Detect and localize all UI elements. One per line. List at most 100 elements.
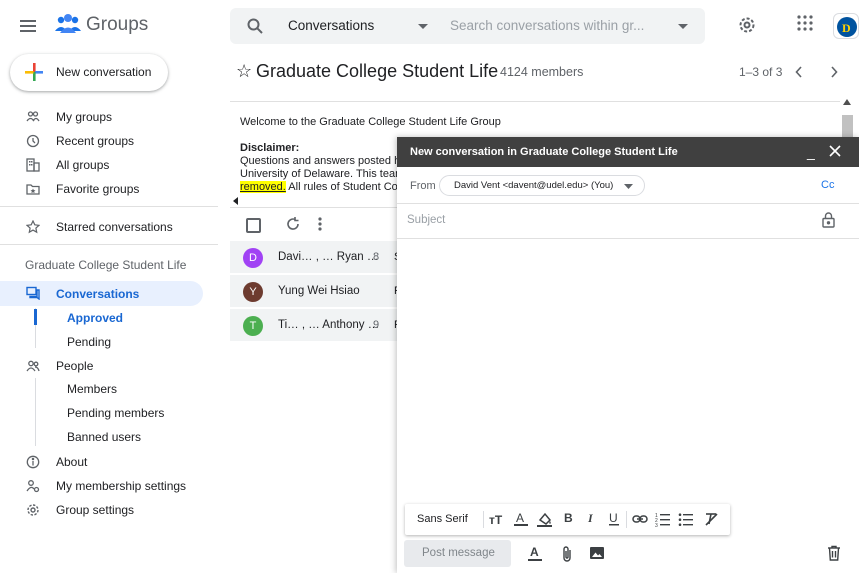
sidebar-item-all-groups[interactable]: All groups xyxy=(0,153,218,177)
new-conversation-button[interactable]: New conversation xyxy=(10,54,168,91)
sidebar-item-recent-groups[interactable]: Recent groups xyxy=(0,129,218,153)
close-icon[interactable] xyxy=(829,145,841,157)
cc-button[interactable]: Cc xyxy=(821,179,834,191)
disclaimer-heading: Disclaimer: xyxy=(240,142,300,154)
from-value: David Vent <davent@udel.edu> (You) xyxy=(454,180,614,191)
message-body-input[interactable] xyxy=(397,239,859,499)
apps-grid-icon[interactable] xyxy=(797,15,813,31)
message-count: 8 xyxy=(373,251,380,263)
avatar: T xyxy=(243,316,263,336)
subject-input[interactable]: Subject xyxy=(407,214,445,226)
sidebar-item-label: My membership settings xyxy=(56,479,187,493)
chevron-down-icon xyxy=(624,184,633,189)
main-menu-icon[interactable] xyxy=(18,16,38,36)
disclaimer-text-rest: All rules of Student Cor xyxy=(285,181,402,193)
svg-text:3: 3 xyxy=(655,523,658,527)
sidebar-item-about[interactable]: About xyxy=(0,450,218,474)
sidebar-item-people[interactable]: People xyxy=(0,354,218,378)
from-select[interactable]: David Vent <davent@udel.edu> (You) xyxy=(439,175,645,196)
sidebar-item-my-groups[interactable]: My groups xyxy=(0,105,218,129)
welcome-message: Welcome to the Graduate College Student … xyxy=(240,116,501,128)
formatting-toolbar: Sans Serif тT A B I U 123 xyxy=(405,504,730,535)
avatar: Y xyxy=(243,282,263,302)
account-avatar[interactable]: D xyxy=(833,13,859,39)
post-message-button[interactable]: Post message xyxy=(404,540,511,567)
gear-icon xyxy=(26,503,40,517)
subnav-pending-members[interactable]: Pending members xyxy=(67,406,164,420)
formatting-options-icon[interactable]: A xyxy=(527,545,543,562)
more-vert-icon[interactable] xyxy=(317,216,323,232)
lock-icon[interactable] xyxy=(822,212,835,228)
list-toolbar xyxy=(230,207,400,240)
toolbar-separator xyxy=(626,511,627,528)
forum-icon xyxy=(26,286,40,300)
settings-gear-icon[interactable] xyxy=(737,15,757,35)
link-icon[interactable] xyxy=(632,511,648,527)
search-input[interactable]: Search conversations within gr... xyxy=(450,18,644,33)
italic-icon[interactable]: I xyxy=(586,511,598,525)
bulleted-list-icon[interactable] xyxy=(678,511,694,527)
subnav-pending[interactable]: Pending xyxy=(67,335,111,349)
top-bar: Groups Conversations Search conversation… xyxy=(0,0,859,52)
sidebar-item-label: My groups xyxy=(56,110,113,124)
text-color-icon[interactable]: A xyxy=(513,511,529,528)
favorite-star-icon[interactable]: ☆ xyxy=(236,61,252,82)
sidebar-item-label: All groups xyxy=(56,158,110,172)
clear-formatting-icon[interactable] xyxy=(703,511,719,527)
search-icon[interactable] xyxy=(246,17,264,35)
insert-image-icon[interactable] xyxy=(589,545,605,561)
sidebar-item-favorite-groups[interactable]: Favorite groups xyxy=(0,177,218,201)
attach-file-icon[interactable] xyxy=(561,545,573,563)
avatar: D xyxy=(243,248,263,268)
compose-title: New conversation in Graduate College Stu… xyxy=(410,146,678,158)
conversation-row[interactable]: T Ti… , … Anthony … 9 F xyxy=(230,309,401,342)
participants: Ti… , … Anthony … xyxy=(278,319,380,331)
sidebar-divider xyxy=(0,206,218,207)
bold-icon[interactable]: B xyxy=(563,511,575,525)
search-options-icon[interactable] xyxy=(678,24,688,30)
conversation-row[interactable]: Y Yung Wei Hsiao F xyxy=(230,275,401,308)
subnav-members[interactable]: Members xyxy=(67,382,117,396)
underline-icon[interactable]: U xyxy=(608,511,620,527)
scroll-left-icon[interactable] xyxy=(233,197,239,205)
app-title[interactable]: Groups xyxy=(86,14,148,36)
font-select[interactable]: Sans Serif xyxy=(417,513,468,525)
person-settings-icon xyxy=(26,479,40,493)
svg-text:A: A xyxy=(516,511,524,525)
svg-text:B: B xyxy=(564,511,573,525)
svg-text:D: D xyxy=(842,21,851,35)
subnav-approved[interactable]: Approved xyxy=(67,311,123,325)
sidebar-item-starred[interactable]: Starred conversations xyxy=(0,215,218,239)
subnav-banned-users[interactable]: Banned users xyxy=(67,430,141,444)
sidebar-item-membership-settings[interactable]: My membership settings xyxy=(0,474,218,498)
search-scope-select[interactable]: Conversations xyxy=(288,18,374,33)
compose-dialog: New conversation in Graduate College Stu… xyxy=(397,137,859,573)
header-divider xyxy=(230,101,840,102)
text-size-icon[interactable]: тT xyxy=(489,511,505,527)
group-name-heading: Graduate College Student Life xyxy=(25,258,187,272)
minimize-icon[interactable]: _ xyxy=(807,144,815,160)
discard-trash-icon[interactable] xyxy=(827,545,841,561)
search-bar[interactable]: Conversations Search conversations withi… xyxy=(230,8,705,44)
toolbar-separator xyxy=(483,511,484,528)
chevron-left-icon[interactable] xyxy=(795,66,803,78)
conversation-row[interactable]: D Davi… , … Ryan … 8 S xyxy=(230,241,401,274)
sidebar-item-label: About xyxy=(56,455,88,469)
refresh-icon[interactable] xyxy=(285,216,301,232)
member-count[interactable]: 4124 members xyxy=(500,65,583,79)
chevron-down-icon[interactable] xyxy=(418,24,428,30)
participants: Davi… , … Ryan … xyxy=(278,251,379,263)
highlighted-text: removed. xyxy=(240,181,286,193)
highlight-color-icon[interactable] xyxy=(536,511,553,528)
groups-logo-icon[interactable] xyxy=(53,11,83,37)
star-outline-icon xyxy=(26,220,40,234)
sidebar-item-conversations[interactable]: Conversations xyxy=(0,281,203,306)
numbered-list-icon[interactable]: 123 xyxy=(655,511,671,527)
select-all-checkbox[interactable] xyxy=(246,218,261,233)
people-icon xyxy=(26,359,40,373)
sidebar-item-label: Recent groups xyxy=(56,134,135,148)
scroll-up-icon[interactable] xyxy=(843,99,851,105)
info-icon xyxy=(26,455,40,469)
sidebar-item-group-settings[interactable]: Group settings xyxy=(0,498,218,522)
chevron-right-icon[interactable] xyxy=(830,66,838,78)
